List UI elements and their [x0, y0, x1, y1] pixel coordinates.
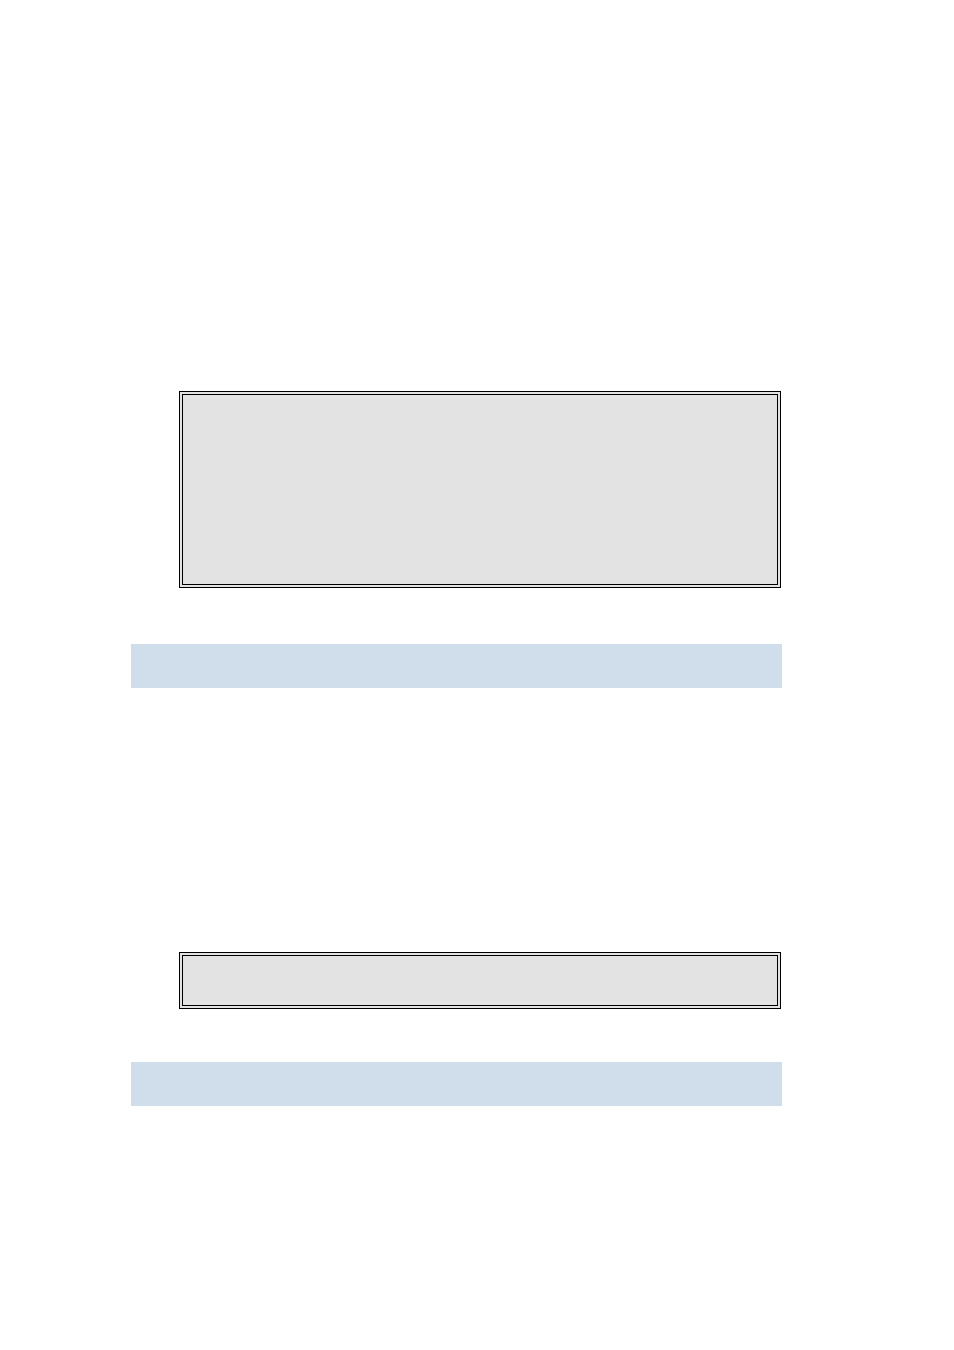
blue-bar-2: [131, 1062, 782, 1106]
gray-box-2: [179, 952, 781, 1009]
page: [0, 0, 954, 1350]
blue-bar-1: [131, 644, 782, 688]
gray-box-1: [179, 391, 781, 588]
